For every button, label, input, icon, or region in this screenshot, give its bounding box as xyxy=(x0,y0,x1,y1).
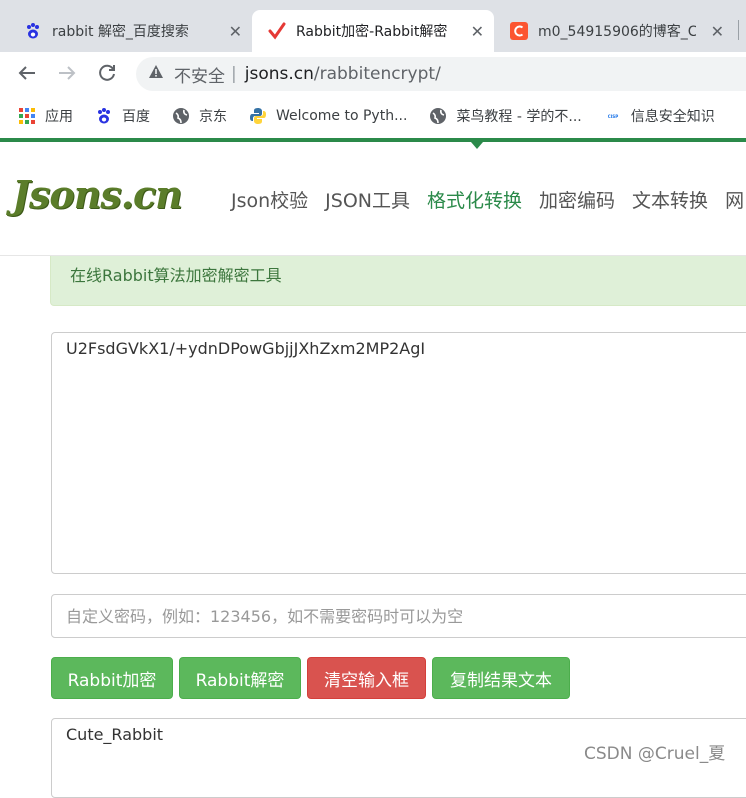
csdn-watermark: CSDN @Cruel_夏 xyxy=(584,744,726,764)
tab-title: m0_54915906的博客_C xyxy=(538,24,696,40)
password-input[interactable] xyxy=(51,594,746,638)
active-nav-caret xyxy=(471,142,483,149)
bookmark-python[interactable]: Welcome to Pyth... xyxy=(249,107,407,125)
close-icon[interactable]: ✕ xyxy=(711,22,724,41)
site-header: Jsons.cn Json校验 JSON工具 格式化转换 加密编码 文本转换 网 xyxy=(0,142,746,256)
red-check-icon xyxy=(268,22,286,40)
tab-csdn-blog[interactable]: m0_54915906的博客_C ✕ xyxy=(494,10,734,52)
forward-arrow-icon[interactable] xyxy=(56,62,78,89)
nav-encrypt-encode[interactable]: 加密编码 xyxy=(539,186,615,213)
address-bar[interactable]: 不安全 | jsons.cn /rabbitencrypt/ xyxy=(136,57,746,91)
browser-toolbar: 不安全 | jsons.cn /rabbitencrypt/ xyxy=(0,52,746,96)
python-icon xyxy=(249,107,267,125)
bookmark-infosec[interactable]: CISP 信息安全知识 xyxy=(603,106,715,126)
bookmark-label: Welcome to Pyth... xyxy=(276,108,408,124)
tab-title: Rabbit加密-Rabbit解密 xyxy=(296,24,448,40)
bookmark-label: 京东 xyxy=(199,109,227,125)
warning-triangle-icon[interactable] xyxy=(148,64,164,84)
nav-json-validate[interactable]: Json校验 xyxy=(231,186,308,213)
reload-icon[interactable] xyxy=(96,62,118,89)
input-textarea[interactable]: U2FsdGVkX1/+ydnDPowGbjjJXhZxm2MP2AgI xyxy=(51,332,746,574)
clear-input-button[interactable]: 清空输入框 xyxy=(307,657,426,699)
bookmarks-bar: 应用 百度 京东 Welcome to Pyth... 菜鸟教程 - 学的不..… xyxy=(0,96,746,136)
address-divider: | xyxy=(231,64,237,84)
baidu-paw-icon xyxy=(24,22,42,40)
bookmark-label: 信息安全知识 xyxy=(630,109,715,125)
nav-json-tools[interactable]: JSON工具 xyxy=(325,186,410,213)
svg-text:CISP: CISP xyxy=(608,114,618,119)
bookmark-baidu[interactable]: 百度 xyxy=(95,106,150,126)
tab-strip: rabbit 解密_百度搜索 ✕ Rabbit加密-Rabbit解密 ✕ m0_… xyxy=(0,0,746,52)
tab-separator xyxy=(738,20,739,40)
copy-result-button[interactable]: 复制结果文本 xyxy=(432,657,570,699)
close-icon[interactable]: ✕ xyxy=(229,22,242,41)
close-icon[interactable]: ✕ xyxy=(471,22,484,41)
nav-format-convert[interactable]: 格式化转换 xyxy=(427,186,522,213)
bookmark-label: 应用 xyxy=(45,109,73,125)
rabbit-decrypt-button[interactable]: Rabbit解密 xyxy=(179,657,301,699)
url-host: jsons.cn xyxy=(244,64,314,84)
tab-baidu-search[interactable]: rabbit 解密_百度搜索 ✕ xyxy=(0,10,252,52)
tab-title: rabbit 解密_百度搜索 xyxy=(52,24,189,40)
url-path: /rabbitencrypt/ xyxy=(313,64,441,84)
back-arrow-icon[interactable] xyxy=(16,62,38,89)
security-label: 不安全 xyxy=(174,66,225,87)
tool-content: 在线Rabbit算法加密解密工具 U2FsdGVkX1/+ydnDPowGbjj… xyxy=(0,256,746,798)
globe-icon xyxy=(429,107,447,125)
baidu-paw-icon xyxy=(95,107,113,125)
apps-grid-icon xyxy=(18,107,36,125)
bookmark-jd[interactable]: 京东 xyxy=(172,106,227,126)
tab-rabbit-encrypt[interactable]: Rabbit加密-Rabbit解密 ✕ xyxy=(252,10,494,52)
nav-more[interactable]: 网 xyxy=(725,186,744,213)
bookmark-label: 菜鸟教程 - 学的不... xyxy=(456,109,582,125)
bookmark-runoob[interactable]: 菜鸟教程 - 学的不... xyxy=(429,106,582,126)
action-buttons: Rabbit加密 Rabbit解密 清空输入框 复制结果文本 xyxy=(51,657,576,699)
csdn-c-icon xyxy=(510,22,528,40)
main-nav: Json校验 JSON工具 格式化转换 加密编码 文本转换 网 xyxy=(231,186,746,213)
rabbit-encrypt-button[interactable]: Rabbit加密 xyxy=(51,657,173,699)
bookmark-label: 百度 xyxy=(122,109,150,125)
site-logo[interactable]: Jsons.cn xyxy=(12,172,183,217)
bookmark-apps[interactable]: 应用 xyxy=(18,106,73,126)
tool-title-alert: 在线Rabbit算法加密解密工具 xyxy=(50,256,746,306)
cisp-icon: CISP xyxy=(603,107,622,125)
globe-icon xyxy=(172,107,190,125)
nav-text-convert[interactable]: 文本转换 xyxy=(632,186,708,213)
